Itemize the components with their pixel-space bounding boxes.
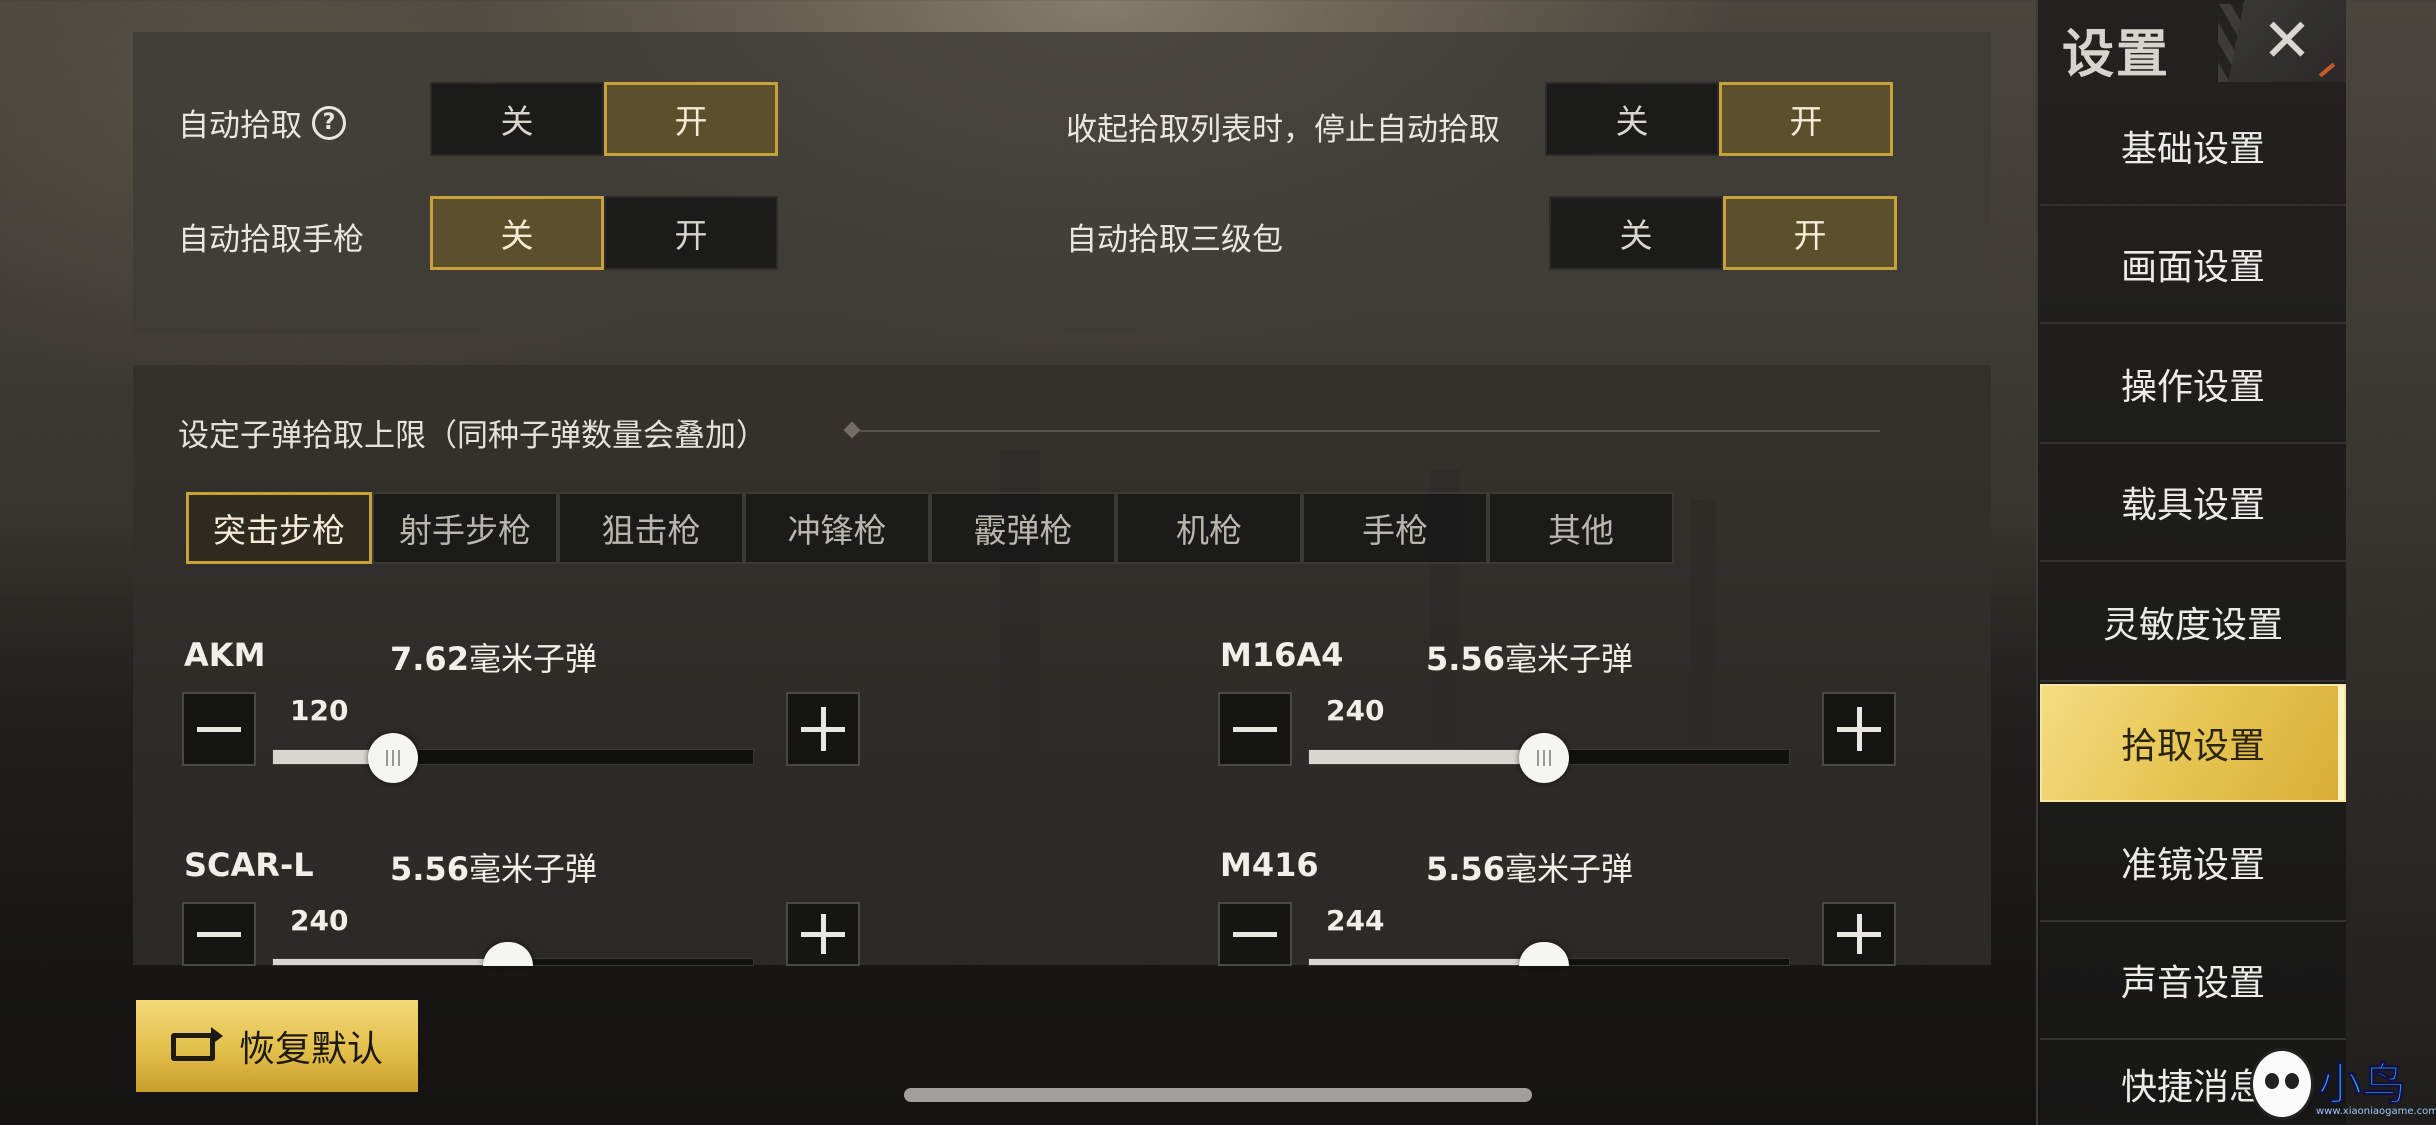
watermark-url: www.xiaoniaogame.com — [2316, 1106, 2436, 1117]
watermark-logo: 小鸟 www.xiaoniaogame.com — [2250, 1040, 2436, 1125]
auto-pickup-pistol-text: 自动拾取手枪 — [178, 222, 364, 258]
minus-icon — [197, 726, 241, 732]
auto-pickup-lv3-bag-text: 自动拾取三级包 — [1066, 222, 1283, 258]
ammo-caliber: 7.62 — [390, 640, 469, 678]
sidebar-item-pickup[interactable]: 拾取设置 — [2040, 684, 2346, 802]
slider-fill — [1309, 750, 1546, 764]
auto-pickup-on-button[interactable]: 开 — [604, 82, 778, 156]
auto-pickup-lv3-bag-off-button[interactable]: 关 — [1549, 196, 1723, 270]
auto-pickup-label: 自动拾取 ? — [178, 100, 346, 145]
restore-default-button[interactable]: 恢复默认 — [136, 1000, 418, 1092]
decrease-button[interactable] — [182, 692, 256, 766]
ammo-unit: 毫米子弹 — [1504, 850, 1633, 888]
restore-icon — [170, 1027, 223, 1063]
decrease-button[interactable] — [1218, 692, 1292, 766]
ammo-unit: 毫米子弹 — [468, 850, 597, 888]
minus-icon — [1233, 726, 1277, 732]
ammo-caliber: 5.56 — [1426, 640, 1505, 678]
tab-machine-gun[interactable]: 机枪 — [1116, 492, 1302, 564]
minus-icon — [1233, 931, 1277, 937]
sidebar-item-graphics[interactable]: 画面设置 — [2040, 206, 2346, 324]
ammo-limit-value: 240 — [1326, 694, 1385, 727]
minus-icon — [197, 931, 241, 937]
ammo-caliber: 5.56 — [390, 850, 469, 888]
sidebar-item-audio[interactable]: 声音设置 — [2040, 922, 2346, 1040]
increase-button[interactable] — [786, 902, 860, 966]
weapon-name: M416 — [1220, 846, 1319, 884]
weapon-category-tabs: 突击步枪 射手步枪 狙击枪 冲锋枪 霰弹枪 机枪 手枪 其他 — [186, 492, 1674, 564]
weapon-name: M16A4 — [1220, 636, 1344, 674]
panda-logo-icon — [2250, 1048, 2314, 1120]
auto-pickup-lv3-bag-on-button[interactable]: 开 — [1723, 196, 1897, 270]
pickup-toggle-panel — [133, 32, 1991, 334]
ammo-limit-title: 设定子弹拾取上限（同种子弹数量会叠加） — [178, 418, 767, 454]
weapon-name: AKM — [184, 636, 266, 674]
close-icon: ✕ — [2261, 6, 2313, 76]
sidebar-item-scope[interactable]: 准镜设置 — [2040, 804, 2346, 922]
close-button[interactable]: ✕ — [2228, 0, 2346, 82]
stop-on-collapse-toggle: 关 开 — [1545, 82, 1893, 156]
ammo-type: 5.56毫米子弹 — [1426, 844, 1633, 890]
ammo-unit: 毫米子弹 — [468, 640, 597, 678]
tab-shotgun[interactable]: 霰弹枪 — [930, 492, 1116, 564]
tab-sniper-rifle[interactable]: 狙击枪 — [558, 492, 744, 564]
ammo-limit-slider[interactable] — [272, 749, 754, 765]
slider-thumb[interactable] — [1519, 733, 1570, 783]
increase-button[interactable] — [786, 692, 860, 766]
auto-pickup-off-button[interactable]: 关 — [430, 82, 604, 156]
section-divider — [860, 430, 1880, 432]
ammo-unit: 毫米子弹 — [1504, 640, 1633, 678]
restore-default-label: 恢复默认 — [238, 1029, 383, 1070]
ammo-limit-value: 244 — [1326, 904, 1385, 937]
weapon-name: SCAR-L — [184, 846, 314, 884]
tab-pistol[interactable]: 手枪 — [1302, 492, 1488, 564]
slider-fill — [273, 959, 510, 965]
stop-on-collapse-label: 收起拾取列表时，停止自动拾取 — [1066, 104, 1500, 149]
ammo-type: 7.62毫米子弹 — [390, 634, 597, 680]
auto-pickup-pistol-off-button[interactable]: 关 — [430, 196, 604, 270]
stop-on-collapse-text: 收起拾取列表时，停止自动拾取 — [1066, 112, 1500, 148]
decrease-button[interactable] — [1218, 902, 1292, 966]
settings-title: 设置 — [2062, 25, 2171, 85]
ammo-type: 5.56毫米子弹 — [1426, 634, 1633, 680]
auto-pickup-lv3-bag-label: 自动拾取三级包 — [1066, 214, 1283, 259]
tab-marksman-rifle[interactable]: 射手步枪 — [372, 492, 558, 564]
auto-pickup-pistol-label: 自动拾取手枪 — [178, 214, 364, 259]
ammo-limit-value: 120 — [290, 694, 349, 727]
slider-fill — [1309, 959, 1546, 965]
sidebar-item-vehicle[interactable]: 载具设置 — [2040, 444, 2346, 562]
stop-on-collapse-off-button[interactable]: 关 — [1545, 82, 1719, 156]
ammo-caliber: 5.56 — [1426, 850, 1505, 888]
ammo-limit-value: 240 — [290, 904, 349, 937]
tab-other[interactable]: 其他 — [1488, 492, 1674, 564]
auto-pickup-toggle: 关 开 — [430, 82, 778, 156]
auto-pickup-pistol-on-button[interactable]: 开 — [604, 196, 778, 270]
sidebar-item-controls[interactable]: 操作设置 — [2040, 326, 2346, 444]
help-icon[interactable]: ? — [312, 105, 346, 140]
tab-smg[interactable]: 冲锋枪 — [744, 492, 930, 564]
decrease-button[interactable] — [182, 902, 256, 966]
stop-on-collapse-on-button[interactable]: 开 — [1719, 82, 1893, 156]
sidebar-item-sensitivity[interactable]: 灵敏度设置 — [2040, 564, 2346, 682]
sidebar-item-basic[interactable]: 基础设置 — [2040, 88, 2346, 206]
slider-thumb[interactable] — [367, 733, 418, 783]
auto-pickup-pistol-toggle: 关 开 — [430, 196, 778, 270]
tab-assault-rifle[interactable]: 突击步枪 — [186, 492, 372, 564]
auto-pickup-text: 自动拾取 — [178, 108, 302, 144]
watermark-mark: 小鸟 — [2318, 1059, 2407, 1111]
ammo-type: 5.56毫米子弹 — [390, 844, 597, 890]
increase-button[interactable] — [1822, 692, 1896, 766]
auto-pickup-lv3-bag-toggle: 关 开 — [1549, 196, 1897, 270]
home-indicator[interactable] — [904, 1088, 1532, 1102]
increase-button[interactable] — [1822, 902, 1896, 966]
